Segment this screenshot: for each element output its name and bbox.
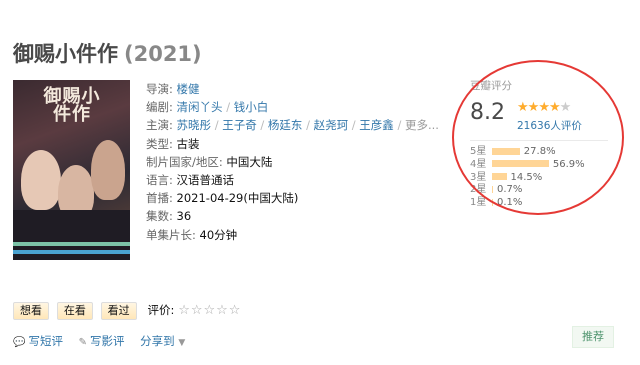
short-review-link[interactable]: 写短评 xyxy=(28,334,63,348)
genre-value: 古装 xyxy=(176,136,200,151)
chevron-down-icon: ▼ xyxy=(178,338,186,348)
show-name: 御赐小件作 xyxy=(13,42,118,66)
poster-strip xyxy=(13,242,130,246)
language-row: 语言: 汉语普通话 xyxy=(146,171,439,189)
watched-button[interactable]: 看过 xyxy=(100,302,137,320)
show-year: (2021) xyxy=(124,42,202,66)
writer-link[interactable]: 钱小白 xyxy=(234,100,269,114)
language-label: 语言: xyxy=(146,172,173,187)
country-label: 制片国家/地区: xyxy=(146,154,223,169)
poster-image[interactable]: 御赐小件作 xyxy=(13,80,130,260)
separator: / xyxy=(214,118,219,133)
poster-strip xyxy=(13,250,130,254)
cast-link[interactable]: 杨廷东 xyxy=(268,118,303,132)
separator: / xyxy=(260,118,265,133)
genre-label: 类型: xyxy=(146,136,173,151)
cast-row: 主演: 苏晓彤 / 王子奇 / 杨廷东 / 赵尧珂 / 王彦鑫 / 更多... xyxy=(146,116,439,134)
rate-label: 评价: xyxy=(147,303,175,317)
cast-link[interactable]: 赵尧珂 xyxy=(314,118,349,132)
episodes-value: 36 xyxy=(176,209,192,224)
want-to-watch-button[interactable]: 想看 xyxy=(13,302,49,320)
premiere-row: 首播: 2021-04-29(中国大陆) xyxy=(146,189,439,207)
cast-more-link[interactable]: 更多... xyxy=(405,118,439,132)
poster-figure xyxy=(91,140,125,200)
cast-label: 主演: xyxy=(146,118,173,133)
cast-link[interactable]: 王彦鑫 xyxy=(359,118,394,132)
share-label: 分享到 xyxy=(140,334,175,348)
recommend-button[interactable]: 推荐 xyxy=(572,326,614,348)
highlight-ellipse xyxy=(452,60,624,215)
share-link[interactable]: 分享到 ▼ xyxy=(140,334,185,348)
separator: / xyxy=(351,118,356,133)
writer-link[interactable]: 清闲丫头 xyxy=(177,100,223,114)
director-label: 导演: xyxy=(146,82,173,96)
premiere-label: 首播: xyxy=(146,191,173,206)
info-panel: 导演: 楼健 编剧: 清闲丫头 / 钱小白 主演: 苏晓彤 / 王子奇 / 杨廷… xyxy=(146,80,439,244)
separator: / xyxy=(397,118,402,133)
episodes-label: 集数: xyxy=(146,209,173,224)
premiere-value: 2021-04-29(中国大陆) xyxy=(176,191,299,206)
separator: / xyxy=(226,100,231,115)
pen-icon: ✎ xyxy=(78,337,87,348)
writer-label: 编剧: xyxy=(146,100,173,115)
review-link[interactable]: 写影评 xyxy=(90,334,125,348)
separator: / xyxy=(306,118,310,133)
country-row: 制片国家/地区: 中国大陆 xyxy=(146,153,439,171)
runtime-label: 单集片长: xyxy=(146,227,196,242)
rate-stars[interactable]: ☆☆☆☆☆ xyxy=(178,303,241,318)
country-value: 中国大陆 xyxy=(226,154,273,169)
comment-icon: 💬 xyxy=(13,337,26,348)
episodes-row: 集数: 36 xyxy=(146,207,439,225)
director-row: 导演: 楼健 xyxy=(146,80,439,98)
director-link[interactable]: 楼健 xyxy=(177,82,200,96)
page-title: 御赐小件作 (2021) xyxy=(13,38,202,68)
poster-figure xyxy=(21,150,61,210)
runtime-row: 单集片长: 40分钟 xyxy=(146,226,439,244)
watching-button[interactable]: 在看 xyxy=(56,302,93,320)
cast-link[interactable]: 王子奇 xyxy=(222,118,257,132)
poster-title-text: 御赐小件作 xyxy=(43,86,101,125)
genre-row: 类型: 古装 xyxy=(146,135,439,153)
action-bar: 想看 在看 看过 评价: ☆☆☆☆☆ xyxy=(13,302,241,320)
runtime-value: 40分钟 xyxy=(199,227,238,242)
cast-link[interactable]: 苏晓彤 xyxy=(177,118,212,132)
writer-row: 编剧: 清闲丫头 / 钱小白 xyxy=(146,98,439,116)
link-bar: 💬 写短评 ✎ 写影评 分享到 ▼ xyxy=(13,333,197,349)
language-value: 汉语普通话 xyxy=(176,172,235,187)
